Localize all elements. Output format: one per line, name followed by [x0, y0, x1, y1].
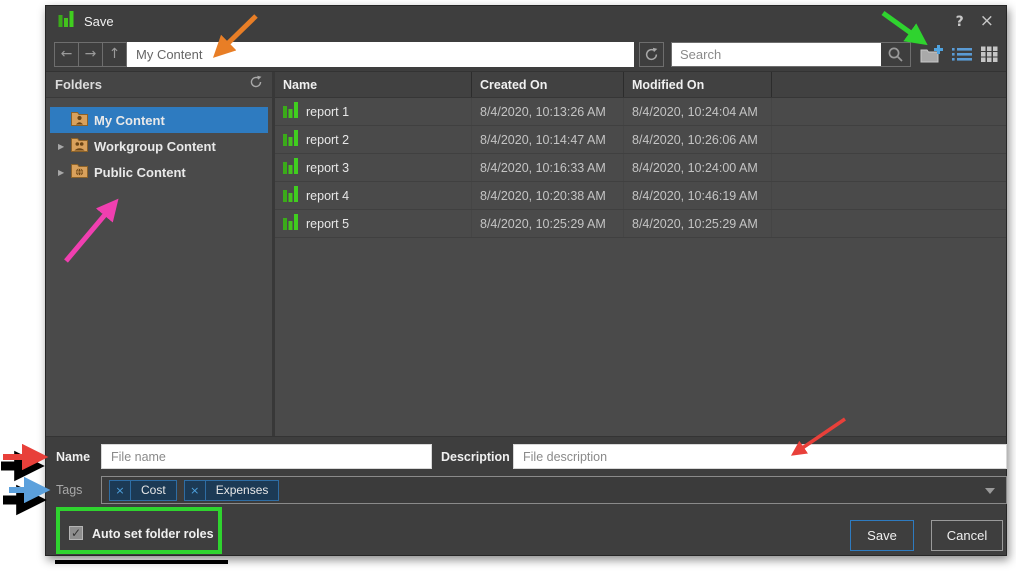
up-button[interactable]: ↑: [102, 42, 127, 67]
list-view-icon[interactable]: [952, 47, 972, 62]
tag-label: Cost: [131, 481, 176, 500]
save-form: Name Description Tags × Cost × Expenses …: [46, 436, 1006, 555]
search-input[interactable]: [672, 43, 881, 66]
title-bar: Save ? ×: [46, 6, 1006, 37]
created-on-value: 8/4/2020, 10:16:33 AM: [472, 154, 624, 181]
report-bars-icon: [283, 130, 298, 149]
created-on-value: 8/4/2020, 10:14:47 AM: [472, 126, 624, 153]
file-name: report 1: [306, 105, 349, 119]
modified-on-value: 8/4/2020, 10:24:00 AM: [624, 154, 772, 181]
folders-header-label: Folders: [55, 77, 249, 92]
cancel-button[interactable]: Cancel: [931, 520, 1003, 551]
remove-tag-icon[interactable]: ×: [110, 481, 131, 500]
modified-on-value: 8/4/2020, 10:24:04 AM: [624, 98, 772, 125]
back-button[interactable]: ←: [54, 42, 79, 67]
refresh-icon: [644, 47, 659, 62]
breadcrumb-path-input[interactable]: [127, 42, 634, 67]
new-folder-icon[interactable]: [920, 45, 943, 63]
report-bars-icon: [283, 102, 298, 121]
public-folder-icon: [71, 164, 88, 181]
file-description-input[interactable]: [513, 444, 1007, 469]
auto-set-folder-roles-label: Auto set folder roles: [92, 527, 214, 541]
created-on-value: 8/4/2020, 10:25:29 AM: [472, 210, 624, 237]
tree-item-public-content[interactable]: ▶ Public Content: [50, 159, 268, 185]
folders-panel: Folders: [46, 72, 275, 436]
modified-on-value: 8/4/2020, 10:25:29 AM: [624, 210, 772, 237]
tree-item-label: Workgroup Content: [94, 139, 216, 154]
created-on-value: 8/4/2020, 10:20:38 AM: [472, 182, 624, 209]
save-button[interactable]: Save: [850, 520, 914, 551]
file-name: report 4: [306, 189, 349, 203]
report-bars-icon: [283, 186, 298, 205]
auto-set-folder-roles-checkbox[interactable]: ✓: [69, 526, 83, 540]
close-icon[interactable]: ×: [980, 13, 994, 30]
grid-view-icon[interactable]: [981, 46, 998, 62]
tree-item-label: Public Content: [94, 165, 186, 180]
table-row[interactable]: report 4 8/4/2020, 10:20:38 AM 8/4/2020,…: [275, 182, 1006, 210]
content-area: Folders: [46, 72, 1006, 436]
folders-panel-header: Folders: [46, 72, 272, 98]
folders-refresh-icon[interactable]: [249, 75, 263, 94]
modified-on-value: 8/4/2020, 10:46:19 AM: [624, 182, 772, 209]
app-bars-icon: [58, 11, 74, 32]
report-bars-icon: [283, 158, 298, 177]
file-name: report 2: [306, 133, 349, 147]
table-header: Name Created On Modified On: [275, 72, 1006, 98]
table-row[interactable]: report 3 8/4/2020, 10:16:33 AM 8/4/2020,…: [275, 154, 1006, 182]
tag-label: Expenses: [206, 481, 279, 500]
tree-item-my-content[interactable]: My Content: [50, 107, 268, 133]
refresh-button[interactable]: [639, 42, 664, 67]
column-header-created-on[interactable]: Created On: [472, 72, 624, 97]
navigation-bar: ← → ↑: [46, 37, 1006, 72]
column-header-name[interactable]: Name: [275, 72, 472, 97]
tree-item-workgroup-content[interactable]: ▶ Workgroup Content: [50, 133, 268, 159]
tag-chip-expenses[interactable]: × Expenses: [184, 480, 280, 501]
dialog-title: Save: [84, 14, 114, 29]
report-bars-icon: [283, 214, 298, 233]
tags-input[interactable]: × Cost × Expenses: [101, 476, 1007, 504]
column-header-extra: [772, 72, 1006, 97]
workgroup-folder-icon: [71, 138, 88, 155]
tags-label: Tags: [56, 483, 82, 497]
table-row[interactable]: report 2 8/4/2020, 10:14:47 AM 8/4/2020,…: [275, 126, 1006, 154]
file-table: Name Created On Modified On report 1 8/4…: [275, 72, 1006, 436]
file-name: report 5: [306, 217, 349, 231]
remove-tag-icon[interactable]: ×: [185, 481, 206, 500]
tag-chip-cost[interactable]: × Cost: [109, 480, 177, 501]
file-name: report 3: [306, 161, 349, 175]
folder-tree: My Content ▶ Workgroup Content: [46, 98, 272, 185]
save-dialog: Save ? × ← → ↑: [45, 5, 1007, 556]
created-on-value: 8/4/2020, 10:13:26 AM: [472, 98, 624, 125]
forward-button[interactable]: →: [78, 42, 103, 67]
file-name-input[interactable]: [101, 444, 432, 469]
table-row[interactable]: report 5 8/4/2020, 10:25:29 AM 8/4/2020,…: [275, 210, 1006, 238]
expand-arrow-icon[interactable]: ▶: [58, 142, 71, 151]
expand-arrow-icon[interactable]: ▶: [58, 168, 71, 177]
tags-dropdown-caret-icon[interactable]: [985, 488, 995, 494]
search-icon[interactable]: [881, 43, 910, 66]
modified-on-value: 8/4/2020, 10:26:06 AM: [624, 126, 772, 153]
description-label: Description: [441, 450, 510, 464]
name-label: Name: [56, 450, 90, 464]
table-row[interactable]: report 1 8/4/2020, 10:13:26 AM 8/4/2020,…: [275, 98, 1006, 126]
user-folder-icon: [71, 112, 88, 129]
column-header-modified-on[interactable]: Modified On: [624, 72, 772, 97]
search-box: [671, 42, 911, 67]
help-button[interactable]: ?: [956, 14, 964, 30]
tree-item-label: My Content: [94, 113, 165, 128]
